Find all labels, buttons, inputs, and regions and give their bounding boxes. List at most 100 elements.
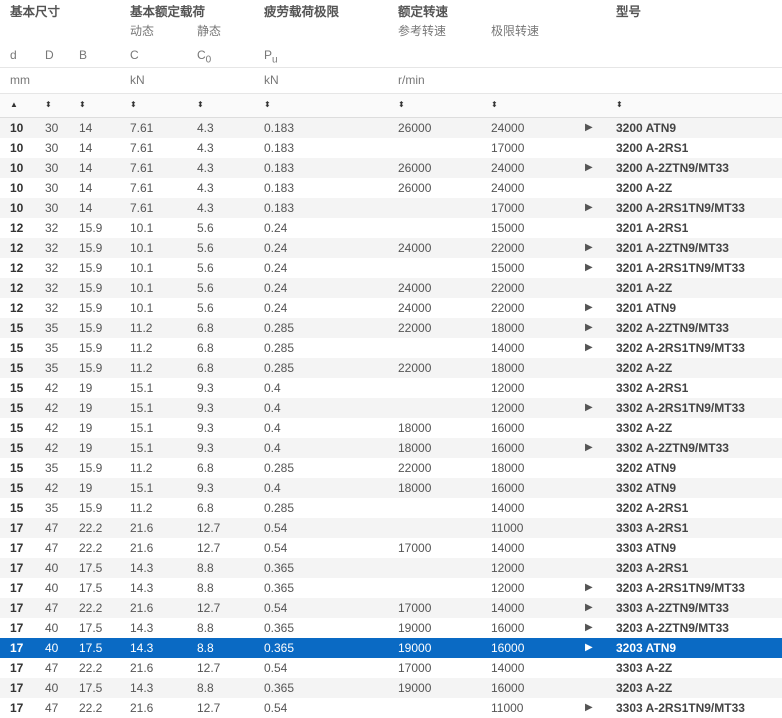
cell-B: 19 <box>79 441 93 455</box>
table-row[interactable]: 12 32 15.9 10.1 5.6 0.24 24000 22000 ▶ 3201 A-2ZT… <box>0 238 782 258</box>
cell-reference-speed: 26000 <box>398 121 432 135</box>
table-row[interactable]: 10 30 14 7.61 4.3 0.183 26000 24000 3200 A-2Z <box>0 178 782 198</box>
cell-B: 22.2 <box>79 661 103 675</box>
table-row[interactable]: 12 32 15.9 10.1 5.6 0.24 15000 3201 A-2RS1 <box>0 218 782 238</box>
expand-arrow-icon[interactable]: ▶ <box>585 158 593 178</box>
table-row[interactable]: 17 40 17.5 14.3 8.8 0.365 19000 16000 3203 A-2Z <box>0 678 782 698</box>
header-subgroup-row: 动态 静态 参考转速 极限转速 <box>0 22 782 42</box>
expand-arrow-icon[interactable]: ▶ <box>585 398 593 418</box>
cell-designation: 3303 A-2Z <box>616 661 673 675</box>
table-row[interactable]: 12 32 15.9 10.1 5.6 0.24 24000 22000 ▶ 3201 ATN9 <box>0 298 782 318</box>
cell-d: 17 <box>10 601 24 615</box>
table-row[interactable]: 17 47 22.2 21.6 12.7 0.54 11000 ▶ 3303 A-2RS1TN9… <box>0 698 782 718</box>
table-row[interactable]: 12 32 15.9 10.1 5.6 0.24 24000 22000 3201 A-2Z <box>0 278 782 298</box>
table-row[interactable]: 17 40 17.5 14.3 8.8 0.365 19000 16000 ▶ 3203 ATN9 <box>0 638 782 658</box>
sort-C0-icon[interactable]: ⬍ <box>197 94 204 117</box>
cell-B: 22.2 <box>79 601 103 615</box>
table-row[interactable]: 10 30 14 7.61 4.3 0.183 26000 24000 ▶ 3200 A-2ZTN… <box>0 158 782 178</box>
cell-C0: 6.8 <box>197 501 214 515</box>
cell-designation: 3202 A-2RS1TN9/MT33 <box>616 341 745 355</box>
cell-d: 17 <box>10 661 24 675</box>
table-row[interactable]: 15 35 15.9 11.2 6.8 0.285 22000 18000 3202 ATN9 <box>0 458 782 478</box>
expand-arrow-icon[interactable]: ▶ <box>585 238 593 258</box>
table-row[interactable]: 17 40 17.5 14.3 8.8 0.365 12000 ▶ 3203 A-2RS1TN9… <box>0 578 782 598</box>
table-row[interactable]: 10 30 14 7.61 4.3 0.183 17000 ▶ 3200 A-2RS1TN9/M… <box>0 198 782 218</box>
sort-C-icon[interactable]: ⬍ <box>130 94 137 117</box>
sort-designation-icon[interactable]: ⬍ <box>616 94 623 117</box>
table-row[interactable]: 17 40 17.5 14.3 8.8 0.365 12000 3203 A-2RS1 <box>0 558 782 578</box>
cell-C: 7.61 <box>130 121 154 135</box>
table-row[interactable]: 17 40 17.5 14.3 8.8 0.365 19000 16000 ▶ 3203 A-2Z… <box>0 618 782 638</box>
table-row[interactable]: 10 30 14 7.61 4.3 0.183 26000 24000 ▶ 3200 ATN9 <box>0 118 782 138</box>
expand-arrow-icon[interactable]: ▶ <box>585 198 593 218</box>
cell-limiting-speed: 16000 <box>491 681 525 695</box>
table-row[interactable]: 17 47 22.2 21.6 12.7 0.54 11000 3303 A-2RS1 <box>0 518 782 538</box>
table-row[interactable]: 17 47 22.2 21.6 12.7 0.54 17000 14000 3303 ATN9 <box>0 538 782 558</box>
sort-D-icon[interactable]: ⬍ <box>45 94 52 117</box>
expand-arrow-icon[interactable]: ▶ <box>585 318 593 338</box>
expand-arrow-icon[interactable]: ▶ <box>585 578 593 598</box>
cell-limiting-speed: 17000 <box>491 201 525 215</box>
table-row[interactable]: 15 42 19 15.1 9.3 0.4 18000 16000 ▶ 3302 A-2ZTN9/… <box>0 438 782 458</box>
cell-D: 30 <box>45 161 59 175</box>
sort-reference-speed-icon[interactable]: ⬍ <box>398 94 405 117</box>
cell-D: 32 <box>45 281 59 295</box>
expand-arrow-icon[interactable]: ▶ <box>585 118 593 138</box>
cell-designation: 3200 ATN9 <box>616 121 677 135</box>
cell-designation: 3203 A-2RS1TN9/MT33 <box>616 581 745 595</box>
table-row[interactable]: 17 47 22.2 21.6 12.7 0.54 17000 14000 ▶ 3303 A-2Z… <box>0 598 782 618</box>
table-row[interactable]: 10 30 14 7.61 4.3 0.183 17000 3200 A-2RS1 <box>0 138 782 158</box>
cell-limiting-speed: 22000 <box>491 281 525 295</box>
cell-Pu: 0.24 <box>264 301 288 315</box>
expand-arrow-icon[interactable]: ▶ <box>585 698 593 718</box>
table-row[interactable]: 15 42 19 15.1 9.3 0.4 12000 ▶ 3302 A-2RS1TN9/MT3… <box>0 398 782 418</box>
table-row[interactable]: 12 32 15.9 10.1 5.6 0.24 15000 ▶ 3201 A-2RS1TN9/… <box>0 258 782 278</box>
expand-arrow-icon[interactable]: ▶ <box>585 338 593 358</box>
expand-arrow-icon[interactable]: ▶ <box>585 598 593 618</box>
cell-B: 15.9 <box>79 461 103 475</box>
table-row[interactable]: 17 47 22.2 21.6 12.7 0.54 17000 14000 3303 A-2Z <box>0 658 782 678</box>
cell-d: 10 <box>10 121 24 135</box>
sort-B-icon[interactable]: ⬍ <box>79 94 86 117</box>
cell-Pu: 0.54 <box>264 541 288 555</box>
cell-limiting-speed: 11000 <box>491 521 524 535</box>
expand-arrow-icon[interactable]: ▶ <box>585 638 593 658</box>
header-limiting-speed: 极限转速 <box>491 24 540 38</box>
cell-Pu: 0.4 <box>264 421 281 435</box>
header-dynamic: 动态 <box>130 24 155 38</box>
sort-limiting-speed-icon[interactable]: ⬍ <box>491 94 498 117</box>
cell-d: 10 <box>10 161 24 175</box>
expand-arrow-icon[interactable]: ▶ <box>585 258 593 278</box>
header-load-ratings: 基本额定载荷 <box>130 5 206 19</box>
table-row[interactable]: 15 42 19 15.1 9.3 0.4 18000 16000 3302 A-2Z <box>0 418 782 438</box>
symbol-C: C <box>130 48 139 62</box>
cell-Pu: 0.183 <box>264 161 295 175</box>
expand-arrow-icon[interactable]: ▶ <box>585 298 593 318</box>
cell-d: 15 <box>10 501 24 515</box>
cell-D: 40 <box>45 681 59 695</box>
table-row[interactable]: 15 35 15.9 11.2 6.8 0.285 22000 18000 3202 A-2Z <box>0 358 782 378</box>
sort-d-icon[interactable]: ▲ <box>10 94 18 117</box>
table-row[interactable]: 15 42 19 15.1 9.3 0.4 18000 16000 3302 ATN9 <box>0 478 782 498</box>
table-row[interactable]: 15 35 15.9 11.2 6.8 0.285 22000 18000 ▶ 3202 A-2Z… <box>0 318 782 338</box>
cell-D: 30 <box>45 201 59 215</box>
cell-D: 40 <box>45 581 59 595</box>
table-row[interactable]: 15 35 15.9 11.2 6.8 0.285 14000 ▶ 3202 A-2RS1TN9… <box>0 338 782 358</box>
expand-arrow-icon[interactable]: ▶ <box>585 438 593 458</box>
cell-B: 22.2 <box>79 541 103 555</box>
cell-B: 19 <box>79 381 93 395</box>
cell-designation: 3201 A-2Z <box>616 281 673 295</box>
table-row[interactable]: 15 42 19 15.1 9.3 0.4 12000 3302 A-2RS1 <box>0 378 782 398</box>
cell-C: 15.1 <box>130 401 154 415</box>
header-symbol-row: d D B C C0 Pu <box>0 42 782 68</box>
table-row[interactable]: 15 35 15.9 11.2 6.8 0.285 14000 3202 A-2RS1 <box>0 498 782 518</box>
cell-D: 35 <box>45 361 59 375</box>
cell-D: 32 <box>45 221 59 235</box>
cell-C: 21.6 <box>130 661 154 675</box>
header-unit-row: mm kN kN r/min <box>0 68 782 94</box>
cell-Pu: 0.365 <box>264 561 295 575</box>
cell-D: 47 <box>45 601 59 615</box>
expand-arrow-icon[interactable]: ▶ <box>585 618 593 638</box>
sort-Pu-icon[interactable]: ⬍ <box>264 94 271 117</box>
cell-designation: 3303 A-2RS1 <box>616 521 689 535</box>
